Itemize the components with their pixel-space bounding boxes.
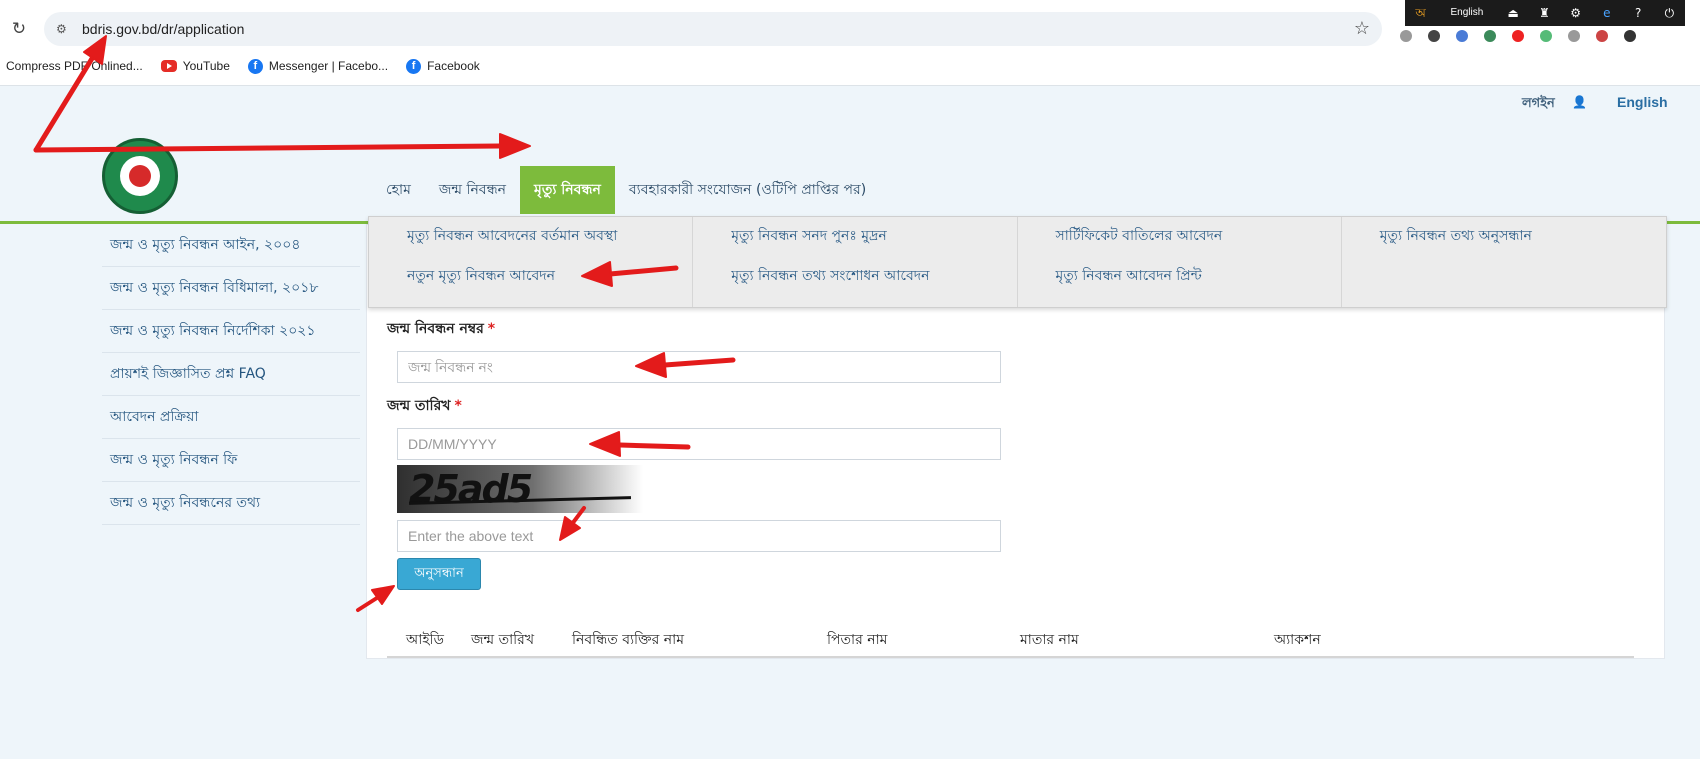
birth-reg-number-input[interactable] xyxy=(397,351,1001,383)
sidebar-item-guideline-2021[interactable]: জন্ম ও মৃত্যু নিবন্ধন নির্দেশিকা ২০২১ xyxy=(102,310,360,353)
bookmark-compress-pdf[interactable]: Compress PDF Onlined... xyxy=(6,59,143,73)
sidebar-item-info[interactable]: জন্ম ও মৃত্যু নিবন্ধনের তথ্য xyxy=(102,482,360,525)
captcha-input[interactable] xyxy=(397,520,1001,552)
reload-icon[interactable]: ↻ xyxy=(8,18,30,40)
menu-item-application-status[interactable]: মৃত্যু নিবন্ধন আবেদনের বর্তমান অবস্থা xyxy=(407,223,692,263)
required-mark: * xyxy=(487,321,496,337)
bookmark-label: Messenger | Facebo... xyxy=(268,59,389,73)
sidebar-item-act-2004[interactable]: জন্ম ও মৃত্যু নিবন্ধন আইন, ২০০৪ xyxy=(102,224,360,267)
facebook-icon: f xyxy=(406,58,422,74)
language-switch-link[interactable]: English xyxy=(1617,94,1668,110)
browser-toolbar: ↻ ⚙ bdris.gov.bd/dr/application ☆ Compre… xyxy=(0,0,1700,86)
menu-item-print-application[interactable]: মৃত্যু নিবন্ধন আবেদন প্রিন্ট xyxy=(1056,263,1341,303)
col-registered-name: নিবন্ধিত ব্যক্তির নাম xyxy=(572,632,684,648)
extension-icon[interactable] xyxy=(1428,30,1440,42)
nav-death-registration[interactable]: মৃত্যু নিবন্ধন xyxy=(520,166,615,214)
facebook-icon: f xyxy=(247,58,263,74)
col-mother-name: মাতার নাম xyxy=(1020,632,1079,648)
extension-icon[interactable] xyxy=(1512,30,1524,42)
site-info-icon[interactable]: ⚙ xyxy=(56,21,72,37)
bookmarks-bar: Compress PDF Onlined... YouTube f Messen… xyxy=(0,54,492,78)
sidebar-item-rules-2018[interactable]: জন্ম ও মৃত্যু নিবন্ধন বিধিমালা, ২০১৮ xyxy=(102,267,360,310)
dropdown-column: মৃত্যু নিবন্ধন তথ্য অনুসন্ধান xyxy=(1342,217,1666,307)
chess-icon[interactable]: ♜ xyxy=(1534,5,1554,21)
birth-reg-label-text: জন্ম নিবন্ধন নম্বর xyxy=(387,321,484,337)
power-icon[interactable]: ⏻ xyxy=(1659,5,1679,21)
settings-icon[interactable]: ⚙ xyxy=(1566,5,1586,21)
extension-icon[interactable] xyxy=(1400,30,1412,42)
extension-icon[interactable] xyxy=(1568,30,1580,42)
bangla-keyboard-icon[interactable]: অ xyxy=(1411,5,1431,21)
bookmark-label: Compress PDF Onlined... xyxy=(6,59,143,73)
dob-label-text: জন্ম তারিখ xyxy=(387,398,451,414)
dropdown-column: মৃত্যু নিবন্ধন সনদ পুনঃ মুদ্রন মৃত্যু নি… xyxy=(693,217,1018,307)
search-button[interactable]: অনুসন্ধান xyxy=(397,558,481,590)
nav-home[interactable]: হোম xyxy=(372,166,425,214)
extension-toolbar: অ English ⏏ ♜ ⚙ e ? ⏻ xyxy=(1405,0,1685,26)
extension-icons xyxy=(1400,26,1636,42)
sidebar: জন্ম ও মৃত্যু নিবন্ধন আইন, ২০০৪ জন্ম ও ম… xyxy=(102,224,360,525)
site-logo[interactable] xyxy=(102,138,178,214)
sidebar-item-fee[interactable]: জন্ম ও মৃত্যু নিবন্ধন ফি xyxy=(102,439,360,482)
bookmark-star-icon[interactable]: ☆ xyxy=(1354,18,1370,39)
col-father-name: পিতার নাম xyxy=(827,632,888,648)
required-mark: * xyxy=(454,398,462,414)
menu-item-cancel-certificate[interactable]: সার্টিফিকেট বাতিলের আবেদন xyxy=(1056,223,1341,263)
youtube-icon xyxy=(160,60,177,72)
dropdown-column: সার্টিফিকেট বাতিলের আবেদন মৃত্যু নিবন্ধন… xyxy=(1018,217,1342,307)
main-nav: হোম জন্ম নিবন্ধন মৃত্যু নিবন্ধন ব্যবহারক… xyxy=(372,166,880,214)
birth-reg-number-label: জন্ম নিবন্ধন নম্বর * xyxy=(387,317,495,341)
extension-icon[interactable] xyxy=(1624,30,1636,42)
login-link[interactable]: লগইন xyxy=(1522,94,1555,115)
extension-icon[interactable] xyxy=(1484,30,1496,42)
col-id: আইডি xyxy=(406,632,444,648)
nav-user-add[interactable]: ব্যবহারকারী সংযোজন (ওটিপি প্রাপ্তির পর) xyxy=(615,166,880,214)
captcha-image: 25ad5 xyxy=(397,465,643,513)
extension-language[interactable]: English xyxy=(1442,5,1492,21)
menu-item-correction-application[interactable]: মৃত্যু নিবন্ধন তথ্য সংশোধন আবেদন xyxy=(731,263,1016,303)
col-action: অ্যাকশন xyxy=(1274,632,1321,648)
sidebar-item-faq[interactable]: প্রায়শই জিজ্ঞাসিত প্রশ্ন FAQ xyxy=(102,353,360,396)
bookmark-messenger[interactable]: f Messenger | Facebo... xyxy=(247,58,389,74)
dob-input[interactable] xyxy=(397,428,1001,460)
nav-birth-registration[interactable]: জন্ম নিবন্ধন xyxy=(425,166,520,214)
eject-icon[interactable]: ⏏ xyxy=(1503,5,1523,21)
bookmark-label: YouTube xyxy=(182,59,230,73)
ie-icon[interactable]: e xyxy=(1597,5,1617,21)
menu-item-info-search[interactable]: মৃত্যু নিবন্ধন তথ্য অনুসন্ধান xyxy=(1380,223,1666,263)
site-header: লগইন 👤 English হোম জন্ম নিবন্ধন মৃত্যু ন… xyxy=(0,86,1700,222)
extension-icon[interactable] xyxy=(1596,30,1608,42)
dob-label: জন্ম তারিখ * xyxy=(387,394,462,418)
col-dob: জন্ম তারিখ xyxy=(471,632,535,648)
url-text[interactable]: bdris.gov.bd/dr/application xyxy=(82,21,244,37)
dropdown-column: মৃত্যু নিবন্ধন আবেদনের বর্তমান অবস্থা নত… xyxy=(369,217,694,307)
bookmark-youtube[interactable]: YouTube xyxy=(160,59,230,73)
extension-icon[interactable] xyxy=(1540,30,1552,42)
sidebar-item-process[interactable]: আবেদন প্রক্রিয়া xyxy=(102,396,360,439)
extension-icon[interactable] xyxy=(1456,30,1468,42)
bookmark-label: Facebook xyxy=(427,59,480,73)
results-table-header: আইডি জন্ম তারিখ নিবন্ধিত ব্যক্তির নাম পি… xyxy=(387,620,1634,658)
menu-item-new-death-registration[interactable]: নতুন মৃত্যু নিবন্ধন আবেদন xyxy=(407,263,692,303)
help-icon[interactable]: ? xyxy=(1628,5,1648,21)
bookmark-facebook[interactable]: f Facebook xyxy=(406,58,480,74)
address-bar[interactable]: ⚙ bdris.gov.bd/dr/application ☆ xyxy=(44,12,1382,46)
death-registration-dropdown: মৃত্যু নিবন্ধন আবেদনের বর্তমান অবস্থা নত… xyxy=(368,216,1667,308)
user-icon: 👤 xyxy=(1572,95,1587,109)
menu-item-reprint-certificate[interactable]: মৃত্যু নিবন্ধন সনদ পুনঃ মুদ্রন xyxy=(731,223,1016,263)
